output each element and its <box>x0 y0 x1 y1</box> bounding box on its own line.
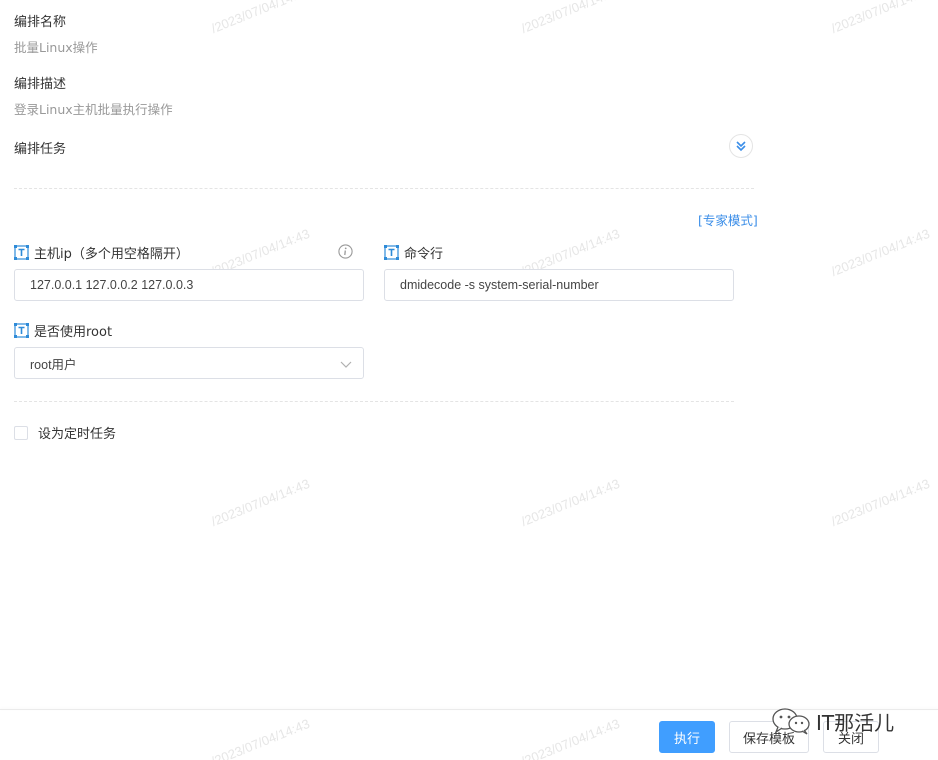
fields-divider <box>14 401 734 402</box>
command-field-label: 命令行 <box>384 243 443 262</box>
brand-text: IT那活儿 <box>816 710 895 735</box>
wechat-icon <box>772 708 810 735</box>
expert-mode-link[interactable]: [专家模式] <box>698 210 758 229</box>
double-chevron-down-icon <box>736 141 746 152</box>
execute-button[interactable]: 执行 <box>659 721 715 753</box>
host-ip-label: 主机ip（多个用空格隔开） <box>34 247 189 262</box>
host-ip-input[interactable]: 127.0.0.1 127.0.0.2 127.0.0.3 <box>14 269 364 301</box>
text-field-icon <box>14 245 29 260</box>
command-label: 命令行 <box>404 247 444 262</box>
use-root-select[interactable]: root用户 <box>14 347 364 379</box>
name-value: 批量Linux操作 <box>14 40 98 55</box>
host-ip-field-label: 主机ip（多个用空格隔开） <box>14 243 189 262</box>
text-field-icon <box>14 323 29 338</box>
watermark: /2023/07/04/14:43 <box>519 475 622 530</box>
watermark: /2023/07/04/14:43 <box>519 715 622 760</box>
watermark: /2023/07/04/14:43 <box>209 475 312 530</box>
use-root-label: 是否使用root <box>34 325 113 340</box>
tasks-label: 编排任务 <box>14 142 67 157</box>
description-label: 编排描述 <box>14 77 67 92</box>
schedule-label: 设为定时任务 <box>38 427 117 442</box>
chevron-down-icon <box>340 361 352 368</box>
watermark: /2023/07/04/14:43 <box>829 475 932 530</box>
use-root-field-label: 是否使用root <box>14 321 112 340</box>
brand-watermark: IT那活儿 <box>770 706 894 736</box>
watermark: /2023/07/04/14:43 <box>829 225 932 280</box>
watermark: /2023/07/04/14:43 <box>209 0 312 37</box>
watermark: /2023/07/04/14:43 <box>209 715 312 760</box>
use-root-selected-value: root用户 <box>30 357 77 372</box>
info-icon[interactable] <box>338 244 353 259</box>
text-field-icon <box>384 245 399 260</box>
schedule-checkbox-row[interactable]: 设为定时任务 <box>14 423 116 442</box>
watermark: /2023/07/04/14:43 <box>519 0 622 37</box>
command-input[interactable]: dmidecode -s system-serial-number <box>384 269 734 301</box>
section-divider <box>14 188 754 189</box>
watermark: /2023/07/04/14:43 <box>829 0 932 37</box>
collapse-toggle-button[interactable] <box>729 134 753 158</box>
description-value: 登录Linux主机批量执行操作 <box>14 102 173 117</box>
schedule-checkbox[interactable] <box>14 425 28 440</box>
name-label: 编排名称 <box>14 15 67 30</box>
